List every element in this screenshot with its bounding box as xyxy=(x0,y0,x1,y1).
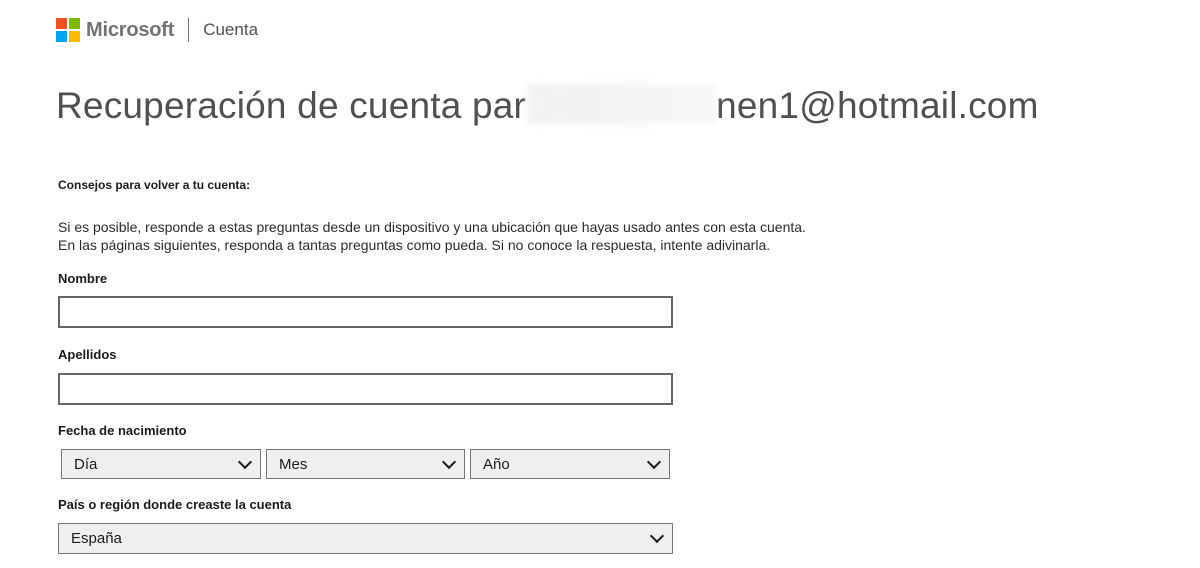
header: Microsoft Cuenta xyxy=(56,16,258,44)
microsoft-logo-icon xyxy=(56,18,80,42)
account-recovery-page: Microsoft Cuenta Recuperación de cuenta … xyxy=(0,0,1200,568)
tips-heading: Consejos para volver a tu cuenta: xyxy=(58,178,251,192)
country-select-value: España xyxy=(71,530,122,547)
title-prefix: Recuperación de cuenta par xyxy=(56,85,527,126)
month-select[interactable]: Mes xyxy=(266,449,465,479)
chevron-down-icon xyxy=(237,454,253,469)
page-title: Recuperación de cuenta par nen1@hotmail.c… xyxy=(56,84,1039,127)
chevron-down-icon xyxy=(649,528,665,544)
last-name-label: Apellidos xyxy=(58,347,117,362)
header-divider xyxy=(188,18,190,42)
country-select[interactable]: España xyxy=(58,523,673,554)
tips-line-2: En las páginas siguientes, responda a ta… xyxy=(58,237,771,253)
tips-text: Si es posible, responde a estas pregunta… xyxy=(58,218,806,254)
chevron-down-icon xyxy=(441,454,457,469)
birthdate-label: Fecha de nacimiento xyxy=(58,423,187,438)
year-select[interactable]: Año xyxy=(470,449,670,479)
redacted-email-part xyxy=(526,84,717,124)
month-select-value: Mes xyxy=(279,455,308,473)
first-name-input[interactable] xyxy=(58,296,673,328)
country-label: País o región donde creaste la cuenta xyxy=(58,497,292,512)
first-name-label: Nombre xyxy=(58,271,108,286)
year-select-value: Año xyxy=(483,455,510,473)
tips-line-1: Si es posible, responde a estas pregunta… xyxy=(58,219,806,235)
title-suffix: nen1@hotmail.com xyxy=(716,85,1039,126)
day-select[interactable]: Día xyxy=(61,449,261,479)
day-select-value: Día xyxy=(74,455,98,473)
brand-name: Microsoft xyxy=(86,18,175,41)
chevron-down-icon xyxy=(646,454,662,469)
last-name-input[interactable] xyxy=(58,373,673,405)
section-name: Cuenta xyxy=(203,20,259,39)
